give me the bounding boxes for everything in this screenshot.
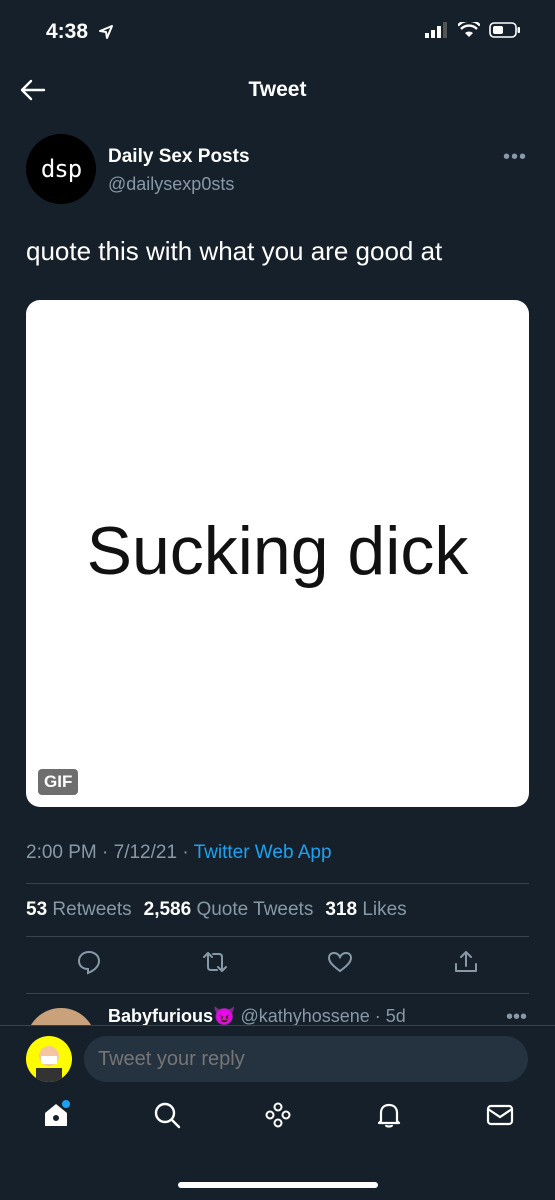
reply-author-name: Babyfurious [108, 1006, 214, 1026]
avatar-logo: dsp [40, 155, 82, 183]
tweet-source[interactable]: Twitter Web App [194, 842, 332, 863]
author-handle[interactable]: @dailysexp0sts [108, 174, 234, 195]
retweets-stat[interactable]: 53 Retweets [26, 899, 132, 921]
author-name[interactable]: Daily Sex Posts [108, 146, 250, 168]
tweet-time: 2:00 PM · 7/12/21 · [26, 842, 194, 863]
reply-author-handle: @kathyhossene · 5d [240, 1006, 406, 1026]
tweet-meta: 2:00 PM · 7/12/21 · Twitter Web App [26, 842, 332, 864]
page-title: Tweet [248, 78, 307, 101]
gif-badge: GIF [38, 769, 79, 795]
bell-icon[interactable] [374, 1100, 404, 1130]
reply-icon[interactable] [76, 949, 102, 975]
search-icon[interactable] [152, 1100, 182, 1130]
more-icon[interactable]: ••• [503, 146, 527, 169]
reply-emoji: 😈 [213, 1006, 236, 1026]
divider [26, 883, 529, 884]
tweet-text: quote this with what you are good at [26, 236, 443, 266]
my-avatar[interactable] [26, 1036, 72, 1082]
mail-icon[interactable] [485, 1100, 515, 1130]
tweet-actions [26, 949, 529, 975]
divider [26, 936, 529, 937]
status-icons [425, 22, 521, 38]
quote-tweets-stat[interactable]: 2,586 Quote Tweets [144, 899, 314, 921]
avatar[interactable]: dsp [26, 134, 96, 204]
divider [26, 993, 529, 994]
retweet-icon[interactable] [202, 949, 228, 975]
spaces-icon[interactable] [263, 1100, 293, 1130]
reply-input[interactable] [84, 1036, 528, 1082]
media-text: Sucking dick [86, 513, 469, 589]
bottom-nav [0, 1100, 555, 1130]
location-icon [98, 24, 114, 45]
home-icon[interactable] [41, 1100, 71, 1130]
signal-icon [425, 22, 447, 38]
likes-stat[interactable]: 318 Likes [325, 899, 406, 921]
battery-icon [489, 22, 520, 38]
tweet-media-gif[interactable]: Sucking dick GIF [26, 300, 529, 807]
tweet-stats: 53 Retweets 2,586 Quote Tweets 318 Likes [26, 899, 407, 921]
wifi-icon [458, 22, 480, 37]
reply-preview[interactable]: Babyfurious😈 @kathyhossene · 5d [108, 1006, 406, 1027]
status-time: 4:38 [46, 20, 89, 43]
share-icon[interactable] [453, 949, 479, 975]
like-icon[interactable] [327, 949, 353, 975]
home-indicator[interactable] [178, 1182, 378, 1188]
